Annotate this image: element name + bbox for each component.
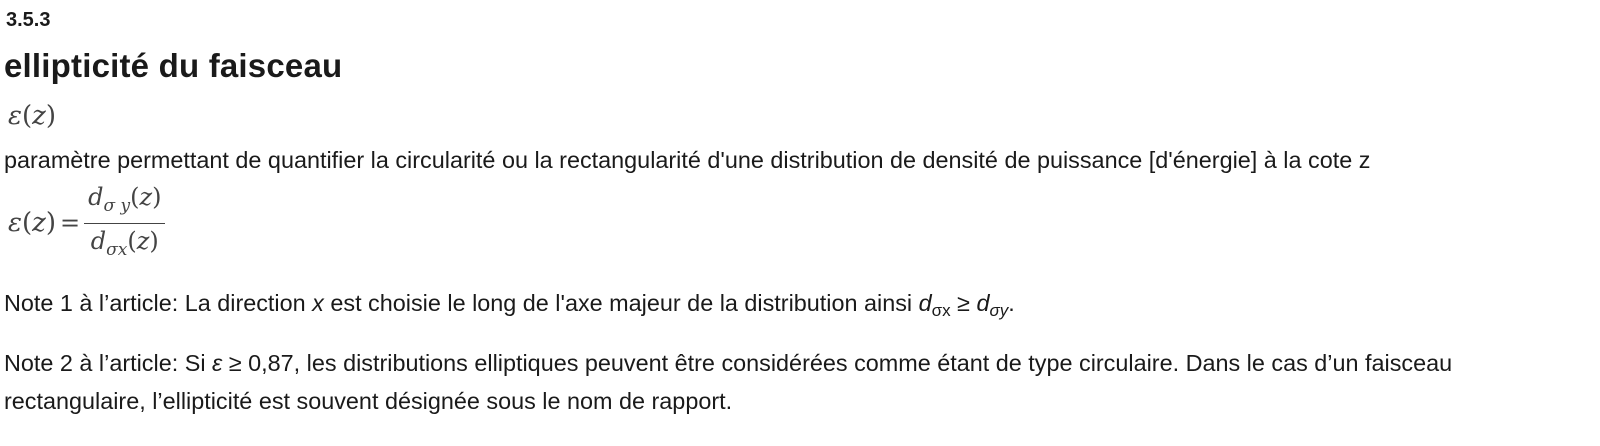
note-1-label: Note 1 à l’article: [4,290,179,316]
formula-numerator: dσ y(z) [88,182,162,216]
formula-denominator: dσx(z) [90,226,159,260]
symbol-letter: ε [8,101,22,131]
term-title: ellipticité du faisceau [4,47,343,84]
note-2: Note 2 à l’article: Si ε ≥ 0,87, les dis… [4,350,1453,414]
term-number: 3.5.3 [6,9,51,31]
symbol-argument: z [32,101,46,131]
note-1-variable: x [312,290,324,316]
note-1: Note 1 à l’article: La direction x est c… [4,290,1015,320]
formula-lhs: ε(z) [8,208,56,238]
ellipticity-formula: ε(z) = dσ y(z) dσx(z) [8,183,166,263]
document-page: 3.5.3 ellipticité du faisceau ε(z) param… [0,0,1600,446]
formula-fraction: dσ y(z) dσx(z) [84,180,166,267]
term-symbol: ε(z) [8,101,56,131]
note-1-expression: dσx ≥ dσy. [918,290,1015,320]
note-2-label: Note 2 à l’article: [4,350,179,376]
note-2-variable: ε [212,350,223,376]
term-definition: paramètre permettant de quantifier la ci… [4,147,1371,173]
formula-equals: = [59,209,81,237]
